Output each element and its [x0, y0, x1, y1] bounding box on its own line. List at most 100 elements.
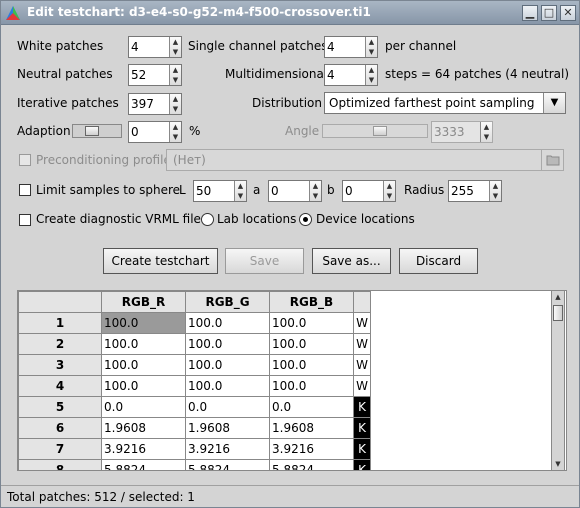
- folder-icon[interactable]: [541, 150, 563, 170]
- table-row[interactable]: 1 100.0 100.0 100.0 W: [18, 312, 371, 334]
- discard-button[interactable]: Discard: [399, 248, 478, 274]
- cell-rgb-r[interactable]: 100.0: [101, 312, 186, 334]
- scroll-down-icon[interactable]: ▼: [552, 458, 564, 470]
- preconditioning-checkbox[interactable]: [19, 154, 31, 166]
- cell-rgb-r[interactable]: 5.8824: [101, 459, 186, 470]
- iterative-patches-spinner[interactable]: 397 ▲ ▼: [128, 93, 182, 115]
- angle-spinner[interactable]: 3333 ▲ ▼: [431, 121, 493, 143]
- adaption-spinner[interactable]: 0 ▲ ▼: [128, 121, 182, 143]
- a-spinner[interactable]: 0 ▲ ▼: [268, 180, 322, 202]
- spinner-arrows-icon[interactable]: ▲ ▼: [169, 65, 181, 85]
- swatch-cell[interactable]: W: [353, 333, 371, 355]
- spinner-arrows-icon[interactable]: ▲ ▼: [169, 37, 181, 57]
- neutral-patches-spinner[interactable]: 52 ▲ ▼: [128, 64, 182, 86]
- save-as-button[interactable]: Save as...: [312, 248, 391, 274]
- row-number[interactable]: 8: [18, 459, 102, 470]
- row-number[interactable]: 4: [18, 375, 102, 397]
- radius-spinner[interactable]: 255 ▲ ▼: [448, 180, 502, 202]
- cell-rgb-b[interactable]: 100.0: [269, 312, 354, 334]
- column-header-rgb-r[interactable]: RGB_R: [101, 291, 186, 313]
- scroll-up-icon[interactable]: ▲: [552, 291, 564, 303]
- L-spinner[interactable]: 50 ▲ ▼: [193, 180, 247, 202]
- cell-rgb-b[interactable]: 100.0: [269, 333, 354, 355]
- row-number[interactable]: 3: [18, 354, 102, 376]
- cell-rgb-b[interactable]: 1.9608: [269, 417, 354, 439]
- row-number[interactable]: 6: [18, 417, 102, 439]
- spinner-arrows-icon[interactable]: ▲ ▼: [383, 181, 395, 201]
- table-row[interactable]: 8 5.8824 5.8824 5.8824 K: [18, 459, 371, 470]
- limit-sphere-checkbox[interactable]: [19, 184, 31, 196]
- spinner-arrows-icon[interactable]: ▲ ▼: [365, 37, 377, 57]
- cell-rgb-g[interactable]: 3.9216: [185, 438, 270, 460]
- row-number[interactable]: 1: [18, 312, 102, 334]
- cell-rgb-b[interactable]: 5.8824: [269, 459, 354, 470]
- close-icon[interactable]: ✕: [560, 5, 576, 21]
- cell-rgb-g[interactable]: 1.9608: [185, 417, 270, 439]
- spinner-arrows-icon[interactable]: ▲ ▼: [365, 65, 377, 85]
- title-bar[interactable]: Edit testchart: d3-e4-s0-g52-m4-f500-cro…: [1, 1, 579, 25]
- multidimensional-spinner[interactable]: 4 ▲ ▼: [324, 64, 378, 86]
- swatch-cell[interactable]: K: [353, 417, 371, 439]
- swatch-column-header[interactable]: [353, 291, 371, 313]
- spinner-arrows-icon[interactable]: ▲ ▼: [234, 181, 246, 201]
- save-button[interactable]: Save: [225, 248, 304, 274]
- swatch-cell[interactable]: W: [353, 312, 371, 334]
- swatch-cell[interactable]: K: [353, 459, 371, 470]
- spinner-arrows-icon[interactable]: ▲ ▼: [169, 122, 181, 142]
- maximize-icon[interactable]: □: [541, 5, 557, 21]
- cell-rgb-r[interactable]: 3.9216: [101, 438, 186, 460]
- table-row[interactable]: 6 1.9608 1.9608 1.9608 K: [18, 417, 371, 439]
- spinner-arrows-icon[interactable]: ▲ ▼: [489, 181, 501, 201]
- cell-rgb-r[interactable]: 0.0: [101, 396, 186, 418]
- cell-rgb-r[interactable]: 1.9608: [101, 417, 186, 439]
- row-number[interactable]: 7: [18, 438, 102, 460]
- swatch-cell[interactable]: W: [353, 375, 371, 397]
- swatch-cell[interactable]: W: [353, 354, 371, 376]
- cell-rgb-b[interactable]: 100.0: [269, 375, 354, 397]
- swatch-cell[interactable]: K: [353, 396, 371, 418]
- corner-header[interactable]: [18, 291, 102, 313]
- cell-rgb-r[interactable]: 100.0: [101, 354, 186, 376]
- slider-knob[interactable]: [85, 126, 99, 136]
- chevron-down-icon[interactable]: ▼: [543, 93, 565, 113]
- column-header-rgb-b[interactable]: RGB_B: [269, 291, 354, 313]
- row-number[interactable]: 5: [18, 396, 102, 418]
- minimize-icon[interactable]: ▁: [522, 5, 538, 21]
- spinner-arrows-icon[interactable]: ▲ ▼: [480, 122, 492, 142]
- white-patches-spinner[interactable]: 4 ▲ ▼: [128, 36, 182, 58]
- spinner-arrows-icon[interactable]: ▲ ▼: [309, 181, 321, 201]
- scrollbar-thumb[interactable]: [553, 305, 563, 321]
- vrml-checkbox[interactable]: [19, 214, 31, 226]
- preconditioning-profile-select[interactable]: (Нет): [166, 149, 564, 171]
- b-spinner[interactable]: 0 ▲ ▼: [342, 180, 396, 202]
- cell-rgb-b[interactable]: 100.0: [269, 354, 354, 376]
- device-locations-radio[interactable]: [299, 213, 312, 226]
- cell-rgb-g[interactable]: 0.0: [185, 396, 270, 418]
- row-number[interactable]: 2: [18, 333, 102, 355]
- angle-slider[interactable]: [322, 124, 428, 138]
- adaption-slider[interactable]: [72, 124, 122, 138]
- table-row[interactable]: 5 0.0 0.0 0.0 K: [18, 396, 371, 418]
- cell-rgb-g[interactable]: 100.0: [185, 333, 270, 355]
- table-row[interactable]: 7 3.9216 3.9216 3.9216 K: [18, 438, 371, 460]
- spinner-arrows-icon[interactable]: ▲ ▼: [169, 94, 181, 114]
- cell-rgb-r[interactable]: 100.0: [101, 333, 186, 355]
- table-row[interactable]: 3 100.0 100.0 100.0 W: [18, 354, 371, 376]
- table-row[interactable]: 4 100.0 100.0 100.0 W: [18, 375, 371, 397]
- cell-rgb-g[interactable]: 5.8824: [185, 459, 270, 470]
- create-testchart-button[interactable]: Create testchart: [103, 248, 218, 274]
- swatch-cell[interactable]: K: [353, 438, 371, 460]
- patch-table[interactable]: RGB_R RGB_G RGB_B 1 100.0 100.0 100.0 W 2 100.…: [17, 290, 567, 471]
- cell-rgb-b[interactable]: 0.0: [269, 396, 354, 418]
- lab-locations-radio[interactable]: [201, 213, 214, 226]
- distribution-select[interactable]: Optimized farthest point sampling ▼: [324, 92, 566, 114]
- cell-rgb-g[interactable]: 100.0: [185, 375, 270, 397]
- single-channel-spinner[interactable]: 4 ▲ ▼: [324, 36, 378, 58]
- column-header-rgb-g[interactable]: RGB_G: [185, 291, 270, 313]
- table-row[interactable]: 2 100.0 100.0 100.0 W: [18, 333, 371, 355]
- cell-rgb-r[interactable]: 100.0: [101, 375, 186, 397]
- slider-knob[interactable]: [373, 126, 387, 136]
- cell-rgb-g[interactable]: 100.0: [185, 312, 270, 334]
- vertical-scrollbar[interactable]: ▲ ▼: [551, 290, 565, 471]
- cell-rgb-b[interactable]: 3.9216: [269, 438, 354, 460]
